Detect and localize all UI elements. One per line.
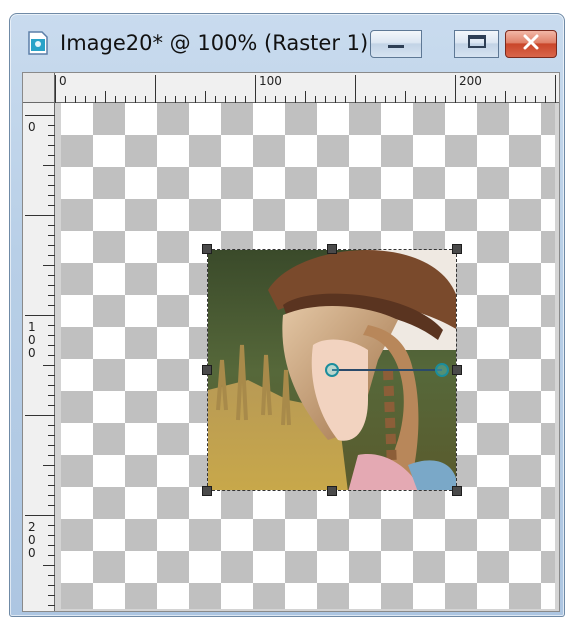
maximize-button[interactable] bbox=[454, 30, 499, 58]
ruler-label-left-100: 1 0 0 bbox=[28, 320, 36, 360]
ruler-label-200: 200 bbox=[459, 74, 482, 88]
image-document-icon bbox=[27, 31, 49, 55]
maximize-icon bbox=[466, 34, 488, 54]
minimize-button[interactable] bbox=[370, 30, 422, 58]
ruler-label-left-200: 2 0 0 bbox=[28, 520, 36, 560]
ruler-label-0: 0 bbox=[59, 74, 67, 88]
rotation-line bbox=[332, 369, 442, 371]
close-icon bbox=[521, 34, 541, 54]
ruler-label-left-0: 0 bbox=[28, 120, 36, 134]
window-title: Image20* @ 100% (Raster 1) bbox=[60, 31, 369, 55]
handle-bottom-right[interactable] bbox=[452, 486, 462, 496]
handle-middle-right[interactable] bbox=[452, 365, 462, 375]
title-bar[interactable]: Image20* @ 100% (Raster 1) bbox=[10, 14, 564, 72]
image-content-area: 0 100 200 0 1 0 0 2 0 0 bbox=[22, 72, 560, 612]
ruler-corner bbox=[23, 73, 55, 103]
handle-middle-left[interactable] bbox=[202, 365, 212, 375]
handle-top-left[interactable] bbox=[202, 244, 212, 254]
transparent-canvas[interactable] bbox=[61, 103, 555, 609]
handle-top-right[interactable] bbox=[452, 244, 462, 254]
handle-bottom-left[interactable] bbox=[202, 486, 212, 496]
image-window: Image20* @ 100% (Raster 1) 0 100 200 0 1… bbox=[9, 13, 565, 617]
rotation-handle[interactable] bbox=[435, 363, 449, 377]
vertical-ruler[interactable]: 0 1 0 0 2 0 0 bbox=[23, 103, 55, 611]
ruler-label-100: 100 bbox=[259, 74, 282, 88]
horizontal-ruler-ticks bbox=[55, 75, 556, 103]
horizontal-ruler[interactable]: 0 100 200 bbox=[55, 73, 559, 103]
handle-top-center[interactable] bbox=[327, 244, 337, 254]
close-button[interactable] bbox=[505, 30, 557, 58]
handle-bottom-center[interactable] bbox=[327, 486, 337, 496]
pivot-handle[interactable] bbox=[325, 363, 339, 377]
minimize-icon bbox=[386, 35, 406, 54]
